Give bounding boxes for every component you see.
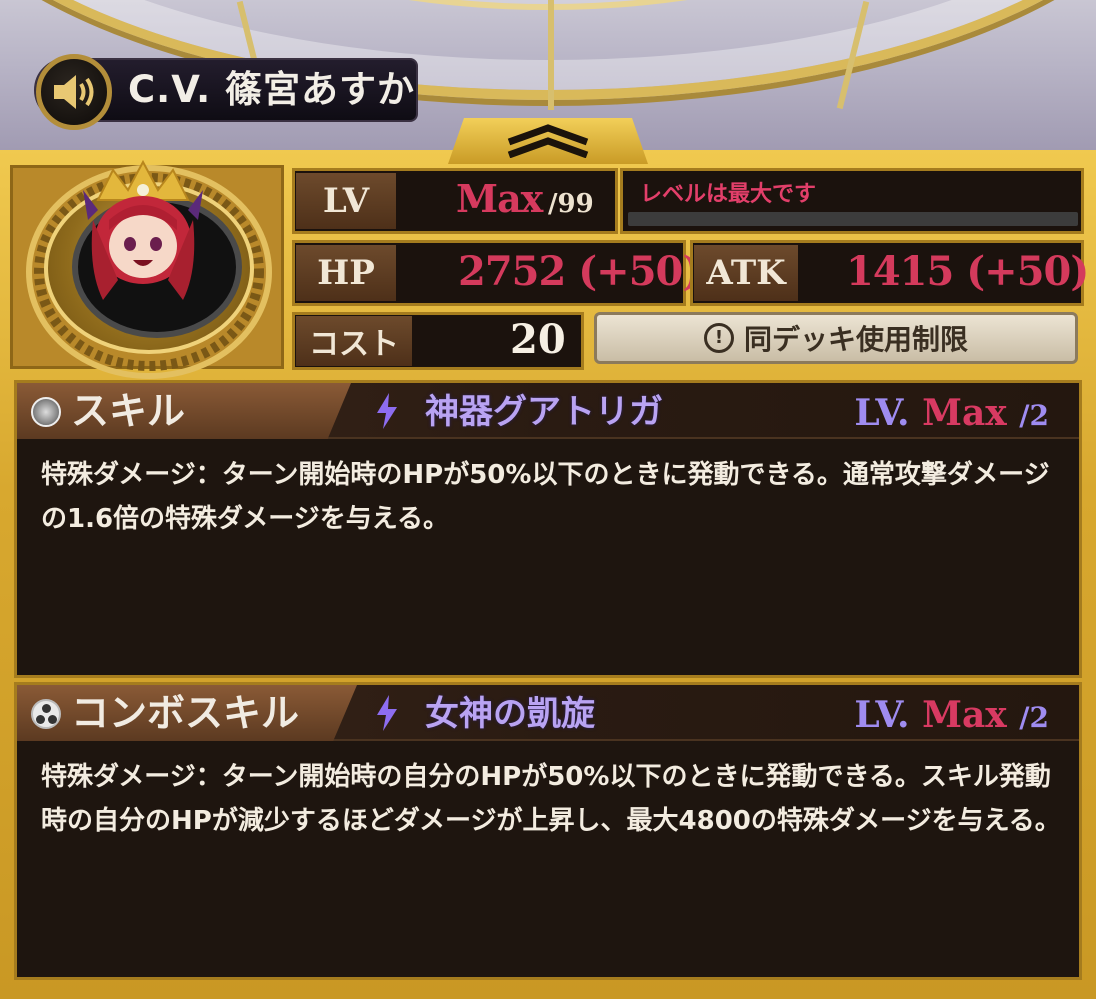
skill-header: スキル 神器グアトリガ LV. Max /2: [17, 383, 1079, 439]
experience-bar: [628, 212, 1078, 226]
magic-circle-spoke: [548, 0, 554, 110]
skill-level-prefix: LV.: [854, 392, 910, 434]
level-value: Max: [456, 176, 543, 221]
cost-label: コスト: [296, 316, 412, 366]
collapse-button[interactable]: [448, 118, 648, 164]
combo-icon: [31, 699, 61, 729]
lightning-icon: [377, 393, 397, 429]
skill-description: 特殊ダメージ：ターン開始時のHPが50%以下のときに発動できる。通常攻撃ダメージ…: [41, 460, 1050, 534]
deck-limit-button[interactable]: ! 同デッキ使用制限: [594, 312, 1078, 364]
skill-name: 神器グアトリガ: [425, 392, 663, 432]
cost-value: 20: [510, 316, 566, 363]
skill-panel: スキル 神器グアトリガ LV. Max /2 特殊ダメージ：ターン開始時のHPが…: [14, 380, 1082, 678]
hp-label: HP: [296, 245, 396, 301]
double-chevron-up-icon: [507, 124, 589, 158]
speaker-icon[interactable]: [36, 54, 112, 130]
atk-value: 1415 (+50): [846, 248, 1089, 295]
atk-label: ATK: [694, 245, 798, 301]
deck-limit-label: 同デッキ使用制限: [743, 323, 968, 356]
skill-level: LV. Max /2: [854, 389, 1049, 437]
skill-type-label: スキル: [71, 389, 186, 433]
skill-level-value: Max: [922, 392, 1007, 434]
level-max: /99: [548, 189, 594, 219]
skill-dot-icon: [31, 397, 61, 427]
combo-skill-name: 女神の凱旋: [425, 694, 595, 734]
skill-level-max: /2: [1019, 399, 1049, 432]
level-label: LV: [296, 173, 396, 229]
hp-value: 2752 (+50): [458, 248, 701, 295]
character-portrait[interactable]: [78, 160, 208, 310]
combo-skill-header: コンボスキル 女神の凱旋 LV. Max /2: [17, 685, 1079, 741]
combo-skill-level-max: /2: [1019, 701, 1049, 734]
lightning-icon: [377, 695, 397, 731]
level-message: レベルは最大です: [640, 182, 817, 207]
combo-skill-panel: コンボスキル 女神の凱旋 LV. Max /2 特殊ダメージ：ターン開始時の自分…: [14, 682, 1082, 980]
exclamation-icon: !: [703, 323, 734, 353]
combo-skill-type-label: コンボスキル: [71, 691, 300, 735]
combo-skill-level: LV. Max /2: [854, 691, 1049, 739]
combo-skill-level-prefix: LV.: [854, 694, 910, 736]
combo-skill-level-value: Max: [922, 694, 1007, 736]
combo-skill-description: 特殊ダメージ：ターン開始時の自分のHPが50%以下のときに発動できる。スキル発動…: [41, 762, 1061, 836]
voice-actor-label: C.V. 篠宮あすか: [128, 68, 416, 111]
